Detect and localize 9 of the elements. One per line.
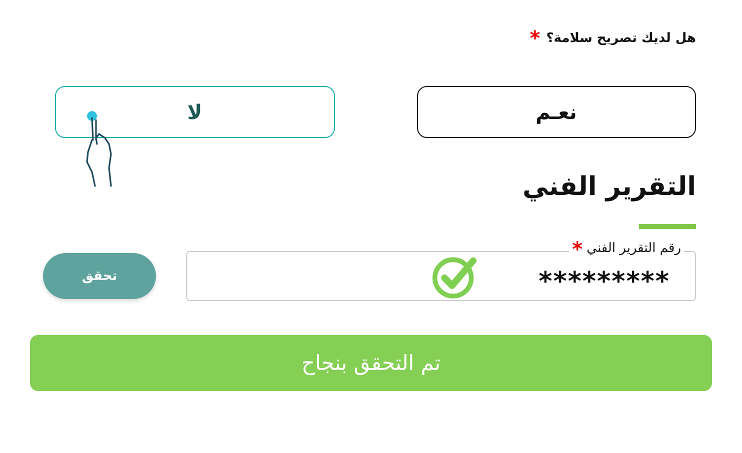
required-asterisk: * bbox=[572, 239, 583, 259]
option-button[interactable]: نعـم bbox=[416, 86, 696, 138]
required-asterisk: * bbox=[530, 28, 540, 48]
question-label: هل لديك تصريح سلامة؟ bbox=[546, 30, 696, 46]
option-button[interactable]: لا bbox=[55, 86, 334, 138]
field-label: رقم التقرير الفني bbox=[586, 240, 681, 258]
field-value: ********* bbox=[538, 266, 670, 297]
section-heading: التقرير الفني bbox=[522, 172, 696, 204]
success-banner: تم التحقق بنجاح bbox=[30, 335, 712, 391]
